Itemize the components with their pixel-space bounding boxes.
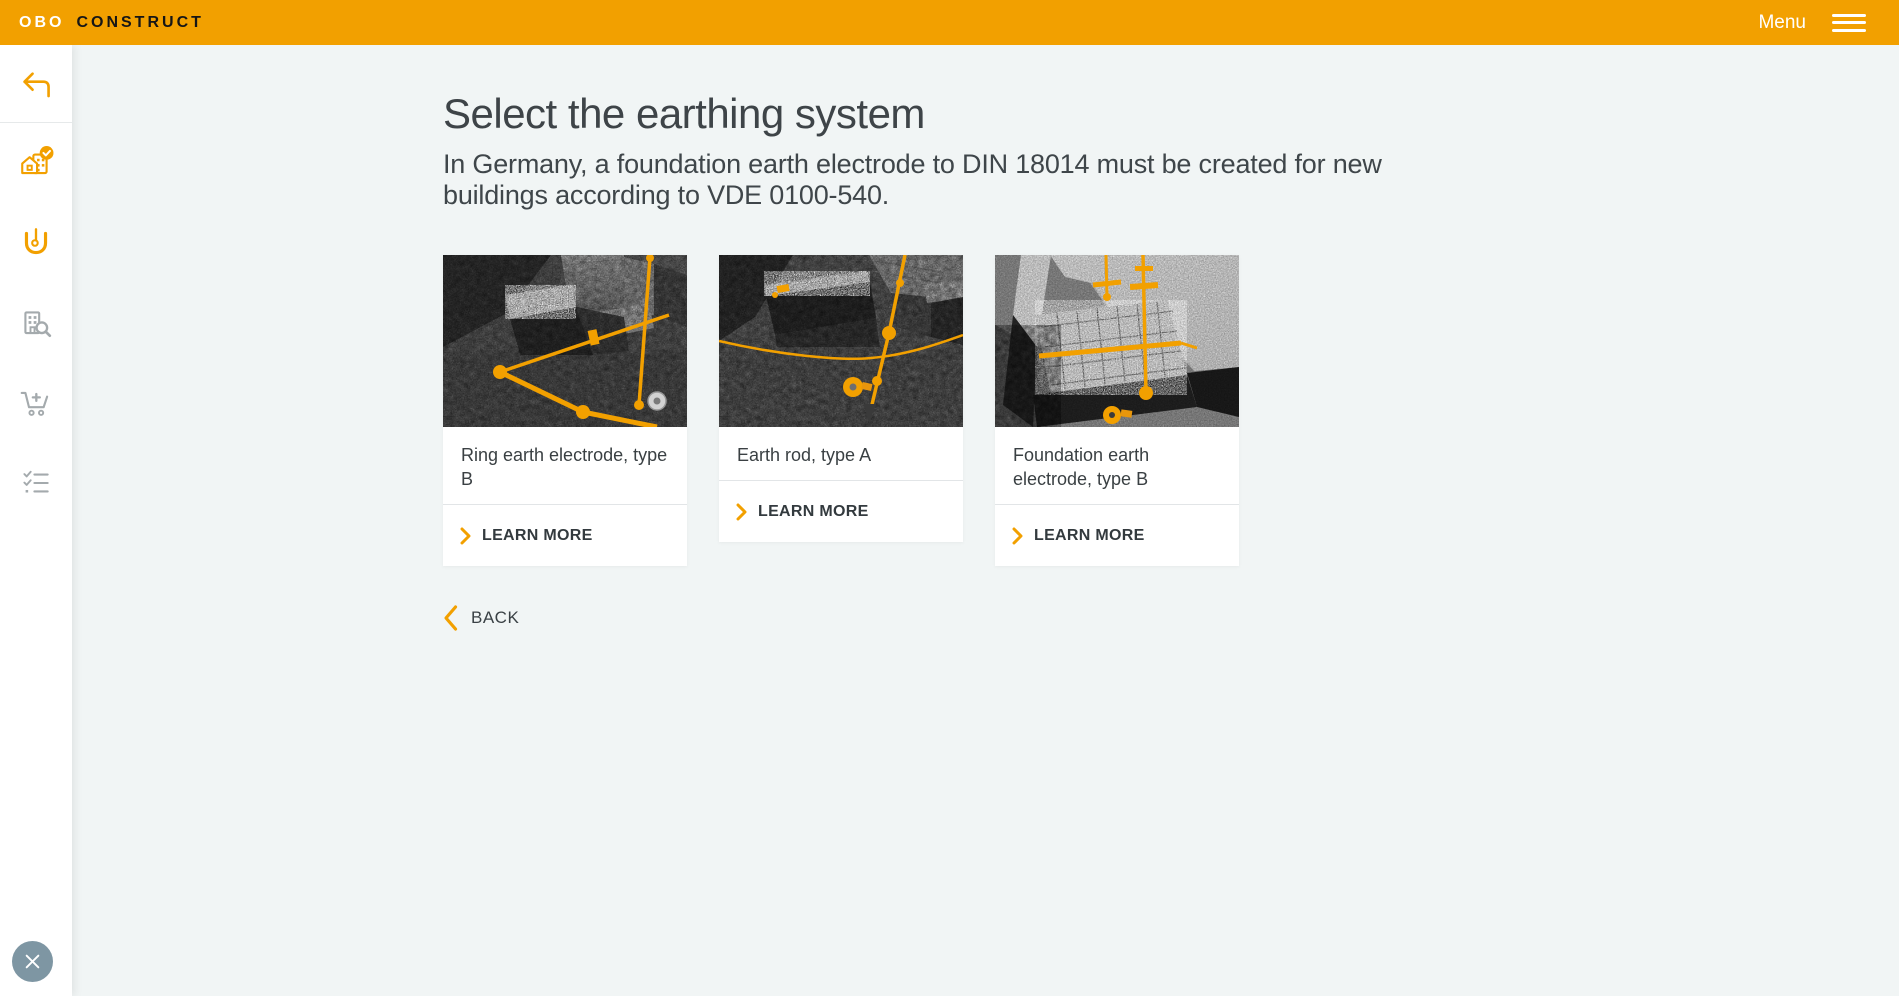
cart-add-icon (18, 385, 54, 421)
sidebar-item-back[interactable] (0, 45, 72, 123)
learn-more-label: LEARN MORE (758, 503, 869, 521)
sidebar-item-building-search[interactable] (0, 283, 72, 363)
learn-more-button-ring-earth-electrode[interactable]: LEARN MORE (443, 504, 687, 566)
card-image-earth-rod[interactable] (719, 255, 963, 427)
chevron-right-icon (1012, 527, 1023, 545)
topbar: OBO CONSTRUCT Menu (0, 0, 1899, 45)
card-earth-rod: Earth rod, type A LEARN MORE (719, 255, 963, 542)
chevron-right-icon (736, 503, 747, 521)
menu-label: Menu (1758, 12, 1806, 34)
sidebar-item-checklist[interactable] (0, 443, 72, 523)
obo-construct-logo: OBO CONSTRUCT (19, 0, 204, 45)
buildings-check-icon (18, 145, 54, 181)
learn-more-label: LEARN MORE (1034, 527, 1145, 545)
card-image-ring-earth-electrode[interactable] (443, 255, 687, 427)
obo-construct-app: OBO CONSTRUCT Menu (0, 0, 1899, 996)
logo-construct: CONSTRUCT (76, 14, 203, 32)
back-label: BACK (471, 608, 519, 628)
check-badge (40, 146, 54, 160)
card-title: Earth rod, type A (719, 427, 963, 480)
earthing-icon (18, 225, 54, 261)
menu-button[interactable]: Menu (1758, 0, 1866, 45)
card-title: Ring earth electrode, type B (443, 427, 687, 504)
checklist-icon (18, 465, 54, 501)
learn-more-button-earth-rod[interactable]: LEARN MORE (719, 480, 963, 542)
card-foundation-earth-electrode: Foundation earth electrode, type B LEARN… (995, 255, 1239, 566)
page-subtitle: In Germany, a foundation earth electrode… (443, 149, 1443, 211)
learn-more-button-foundation-earth-electrode[interactable]: LEARN MORE (995, 504, 1239, 566)
earthing-system-cards: Ring earth electrode, type B LEARN MORE (443, 255, 1443, 566)
sidebar-item-cart[interactable] (0, 363, 72, 443)
chevron-right-icon (460, 527, 471, 545)
sidebar (0, 45, 72, 996)
hamburger-icon (1832, 14, 1866, 32)
back-button[interactable]: BACK (443, 604, 583, 632)
sidebar-item-projects[interactable] (0, 123, 72, 203)
card-image-foundation-earth-electrode[interactable] (995, 255, 1239, 427)
close-icon (24, 953, 41, 970)
card-ring-earth-electrode: Ring earth electrode, type B LEARN MORE (443, 255, 687, 566)
main-content: Select the earthing system In Germany, a… (443, 45, 1443, 632)
logo-obo: OBO (19, 14, 64, 32)
page-title: Select the earthing system (443, 91, 1443, 137)
learn-more-label: LEARN MORE (482, 527, 593, 545)
building-search-icon (18, 305, 54, 341)
return-arrow-icon (20, 68, 52, 100)
chevron-left-icon (443, 604, 458, 632)
close-button[interactable] (12, 941, 53, 982)
sidebar-item-earthing[interactable] (0, 203, 72, 283)
card-title: Foundation earth electrode, type B (995, 427, 1239, 504)
